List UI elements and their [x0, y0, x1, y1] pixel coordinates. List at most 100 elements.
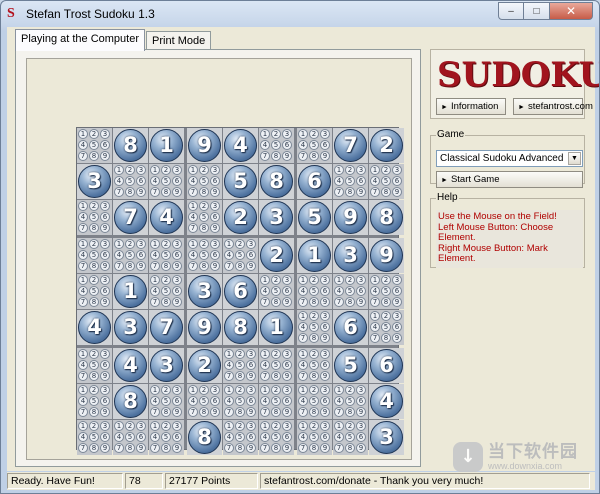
sudoku-cell[interactable]: 123 456 789 — [333, 384, 368, 419]
candidate-number[interactable]: 8 — [309, 151, 319, 161]
candidate-number[interactable]: 7 — [370, 297, 380, 307]
sudoku-cell[interactable]: 9 — [187, 128, 222, 163]
sudoku-cell[interactable]: 123 456 789 — [223, 420, 258, 455]
candidate-number[interactable]: 3 — [356, 385, 366, 395]
sudoku-cell[interactable]: 1 — [259, 310, 294, 345]
candidate-number[interactable]: 3 — [356, 165, 366, 175]
candidate-number[interactable]: 4 — [78, 212, 88, 222]
candidate-number[interactable]: 8 — [271, 443, 281, 453]
sudoku-cell[interactable]: 6 — [297, 164, 332, 199]
candidate-number[interactable]: 1 — [334, 385, 344, 395]
candidate-number[interactable]: 7 — [150, 443, 160, 453]
candidate-number[interactable]: 3 — [320, 349, 330, 359]
candidate-number[interactable]: 8 — [89, 407, 99, 417]
minimize-button[interactable]: – — [498, 2, 524, 20]
candidate-number[interactable]: 3 — [172, 275, 182, 285]
candidate-number[interactable]: 2 — [235, 349, 245, 359]
candidate-number[interactable]: 7 — [370, 187, 380, 197]
tab-playing-at-computer[interactable]: Playing at the Computer — [15, 29, 146, 51]
candidate-number[interactable]: 1 — [260, 275, 270, 285]
candidate-number[interactable]: 9 — [246, 261, 256, 271]
candidate-number[interactable]: 5 — [309, 360, 319, 370]
candidate-number[interactable]: 9 — [392, 333, 402, 343]
sudoku-cell[interactable]: 123 456 789 — [297, 384, 332, 419]
sudoku-cell[interactable]: 4 — [149, 200, 184, 235]
candidate-number[interactable]: 9 — [392, 297, 402, 307]
candidate-number[interactable]: 8 — [271, 151, 281, 161]
candidate-number[interactable]: 2 — [381, 275, 391, 285]
candidate-number[interactable]: 3 — [100, 239, 110, 249]
candidate-number[interactable]: 9 — [172, 407, 182, 417]
sudoku-cell[interactable]: 3 — [369, 420, 404, 455]
candidate-number[interactable]: 7 — [260, 407, 270, 417]
candidate-number[interactable]: 4 — [188, 212, 198, 222]
candidate-number[interactable]: 9 — [100, 297, 110, 307]
sudoku-cell[interactable]: 8 — [223, 310, 258, 345]
candidate-number[interactable]: 5 — [381, 322, 391, 332]
candidate-number[interactable]: 2 — [381, 165, 391, 175]
candidate-number[interactable]: 8 — [89, 223, 99, 233]
candidate-number[interactable]: 6 — [320, 286, 330, 296]
candidate-number[interactable]: 9 — [320, 371, 330, 381]
candidate-number[interactable]: 9 — [282, 151, 292, 161]
candidate-number[interactable]: 7 — [114, 261, 124, 271]
candidate-number[interactable]: 4 — [224, 432, 234, 442]
candidate-number[interactable]: 7 — [188, 187, 198, 197]
candidate-number[interactable]: 4 — [260, 286, 270, 296]
candidate-number[interactable]: 5 — [125, 250, 135, 260]
candidate-number[interactable]: 7 — [114, 187, 124, 197]
sudoku-cell[interactable]: 3 — [259, 200, 294, 235]
candidate-number[interactable]: 8 — [125, 187, 135, 197]
candidate-number[interactable]: 8 — [345, 443, 355, 453]
candidate-number[interactable]: 1 — [78, 201, 88, 211]
candidate-number[interactable]: 5 — [161, 432, 171, 442]
candidate-number[interactable]: 7 — [298, 151, 308, 161]
candidate-number[interactable]: 6 — [392, 322, 402, 332]
sudoku-cell[interactable]: 123 456 789 — [187, 384, 222, 419]
candidate-number[interactable]: 1 — [188, 239, 198, 249]
candidate-number[interactable]: 9 — [356, 187, 366, 197]
candidate-number[interactable]: 7 — [188, 223, 198, 233]
candidate-number[interactable]: 5 — [161, 286, 171, 296]
candidate-number[interactable]: 7 — [150, 261, 160, 271]
candidate-number[interactable]: 2 — [309, 311, 319, 321]
candidate-number[interactable]: 6 — [282, 432, 292, 442]
candidate-number[interactable]: 5 — [309, 396, 319, 406]
candidate-number[interactable]: 1 — [224, 421, 234, 431]
candidate-number[interactable]: 8 — [309, 297, 319, 307]
candidate-number[interactable]: 3 — [282, 385, 292, 395]
candidate-number[interactable]: 1 — [188, 201, 198, 211]
candidate-number[interactable]: 7 — [224, 261, 234, 271]
sudoku-cell[interactable]: 123 456 789 — [187, 164, 222, 199]
candidate-number[interactable]: 7 — [298, 333, 308, 343]
candidate-number[interactable]: 7 — [150, 297, 160, 307]
candidate-number[interactable]: 6 — [136, 176, 146, 186]
candidate-number[interactable]: 5 — [381, 286, 391, 296]
candidate-number[interactable]: 2 — [89, 201, 99, 211]
candidate-number[interactable]: 5 — [161, 250, 171, 260]
candidate-number[interactable]: 4 — [260, 432, 270, 442]
candidate-number[interactable]: 5 — [381, 176, 391, 186]
candidate-number[interactable]: 4 — [298, 286, 308, 296]
candidate-number[interactable]: 7 — [78, 151, 88, 161]
candidate-number[interactable]: 6 — [136, 432, 146, 442]
candidate-number[interactable]: 4 — [298, 432, 308, 442]
candidate-number[interactable]: 3 — [172, 239, 182, 249]
close-button[interactable]: ✕ — [550, 2, 593, 20]
sudoku-cell[interactable]: 8 — [113, 384, 148, 419]
candidate-number[interactable]: 7 — [334, 443, 344, 453]
candidate-number[interactable]: 7 — [260, 297, 270, 307]
candidate-number[interactable]: 6 — [172, 250, 182, 260]
sudoku-cell[interactable]: 6 — [369, 348, 404, 383]
candidate-number[interactable]: 9 — [320, 407, 330, 417]
candidate-number[interactable]: 3 — [100, 349, 110, 359]
candidate-number[interactable]: 4 — [334, 286, 344, 296]
sudoku-cell[interactable]: 123 456 789 — [77, 384, 112, 419]
website-button[interactable]: ► stefantrost.com — [513, 98, 593, 115]
candidate-number[interactable]: 8 — [89, 371, 99, 381]
information-button[interactable]: ► Information — [436, 98, 506, 115]
sudoku-cell[interactable]: 123 456 789 — [297, 128, 332, 163]
candidate-number[interactable]: 7 — [298, 443, 308, 453]
candidate-number[interactable]: 4 — [298, 360, 308, 370]
candidate-number[interactable]: 3 — [356, 275, 366, 285]
